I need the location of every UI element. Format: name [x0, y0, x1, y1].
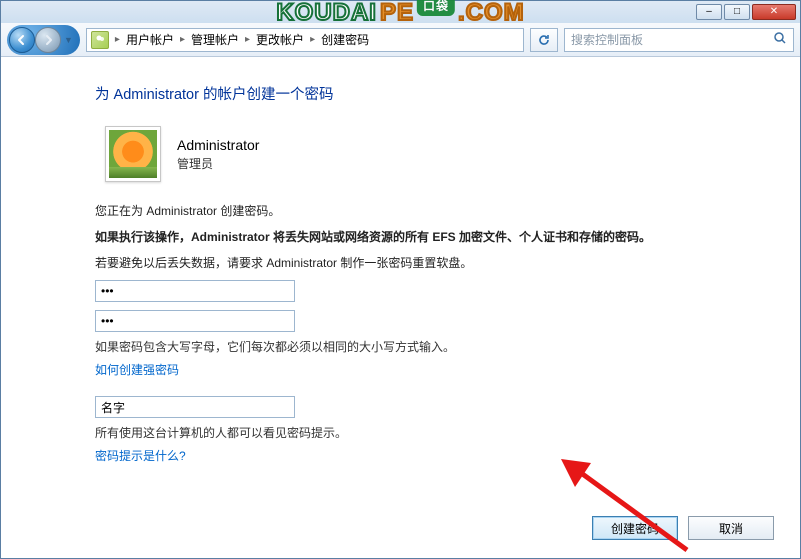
- arrow-right-icon: [42, 34, 54, 46]
- user-accounts-icon: [91, 31, 109, 49]
- address-bar[interactable]: ▸ 用户帐户 ▸ 管理帐户 ▸ 更改帐户 ▸ 创建密码: [86, 28, 524, 52]
- breadcrumb-sep: ▸: [245, 34, 250, 45]
- create-password-button[interactable]: 创建密码: [592, 516, 678, 540]
- search-icon: [773, 31, 787, 48]
- breadcrumb-sep: ▸: [115, 34, 120, 45]
- advice-text: 若要避免以后丢失数据，请要求 Administrator 制作一张密码重置软盘。: [95, 254, 706, 272]
- user-role-label: 管理员: [177, 155, 259, 172]
- refresh-icon: [537, 33, 551, 47]
- maximize-button[interactable]: □: [724, 4, 750, 20]
- flower-icon: [109, 130, 157, 178]
- breadcrumb-item[interactable]: 创建密码: [321, 31, 369, 48]
- confirm-password-field[interactable]: [95, 310, 295, 332]
- arrow-left-icon: [16, 34, 28, 46]
- caps-note: 如果密码包含大写字母，它们每次都必须以相同的大小写方式输入。: [95, 338, 706, 355]
- cancel-button[interactable]: 取消: [688, 516, 774, 540]
- breadcrumb-item[interactable]: 更改帐户: [256, 31, 304, 48]
- strong-password-link[interactable]: 如何创建强密码: [95, 361, 179, 378]
- nav-history-dropdown[interactable]: ▼: [61, 35, 76, 45]
- warning-text: 如果执行该操作，Administrator 将丢失网站或网络资源的所有 EFS …: [95, 228, 706, 246]
- content-area: 为 Administrator 的帐户创建一个密码 Administrator …: [1, 57, 800, 484]
- hint-note: 所有使用这台计算机的人都可以看见密码提示。: [95, 424, 706, 441]
- hint-help-link[interactable]: 密码提示是什么?: [95, 447, 186, 464]
- breadcrumb-sep: ▸: [310, 34, 315, 45]
- new-password-field[interactable]: [95, 280, 295, 302]
- maximize-icon: □: [734, 7, 740, 17]
- window-frame: – □ ✕ ▼ ▸ 用户帐户 ▸ 管理帐户 ▸ 更改: [0, 0, 801, 559]
- back-button[interactable]: [9, 27, 35, 53]
- password-hint-field[interactable]: [95, 396, 295, 418]
- avatar: [105, 126, 161, 182]
- titlebar: – □ ✕: [1, 1, 800, 23]
- page-title: 为 Administrator 的帐户创建一个密码: [95, 83, 706, 104]
- minimize-button[interactable]: –: [696, 4, 722, 20]
- user-block: Administrator 管理员: [95, 126, 706, 182]
- search-placeholder: 搜索控制面板: [571, 31, 643, 48]
- username-label: Administrator: [177, 137, 259, 153]
- minimize-icon: –: [706, 7, 712, 17]
- search-input[interactable]: 搜索控制面板: [564, 28, 794, 52]
- close-button[interactable]: ✕: [752, 4, 796, 20]
- breadcrumb-item[interactable]: 用户帐户: [126, 31, 174, 48]
- nav-bar: ▼ ▸ 用户帐户 ▸ 管理帐户 ▸ 更改帐户 ▸ 创建密码 搜索控制面板: [1, 23, 800, 57]
- forward-button[interactable]: [35, 27, 61, 53]
- breadcrumb-sep: ▸: [180, 34, 185, 45]
- button-bar: 创建密码 取消: [592, 516, 774, 540]
- user-text: Administrator 管理员: [177, 137, 259, 172]
- refresh-button[interactable]: [530, 28, 558, 52]
- intro-text: 您正在为 Administrator 创建密码。: [95, 202, 706, 220]
- close-icon: ✕: [770, 7, 778, 17]
- breadcrumb-item[interactable]: 管理帐户: [191, 31, 239, 48]
- nav-back-forward-group: ▼: [7, 25, 80, 55]
